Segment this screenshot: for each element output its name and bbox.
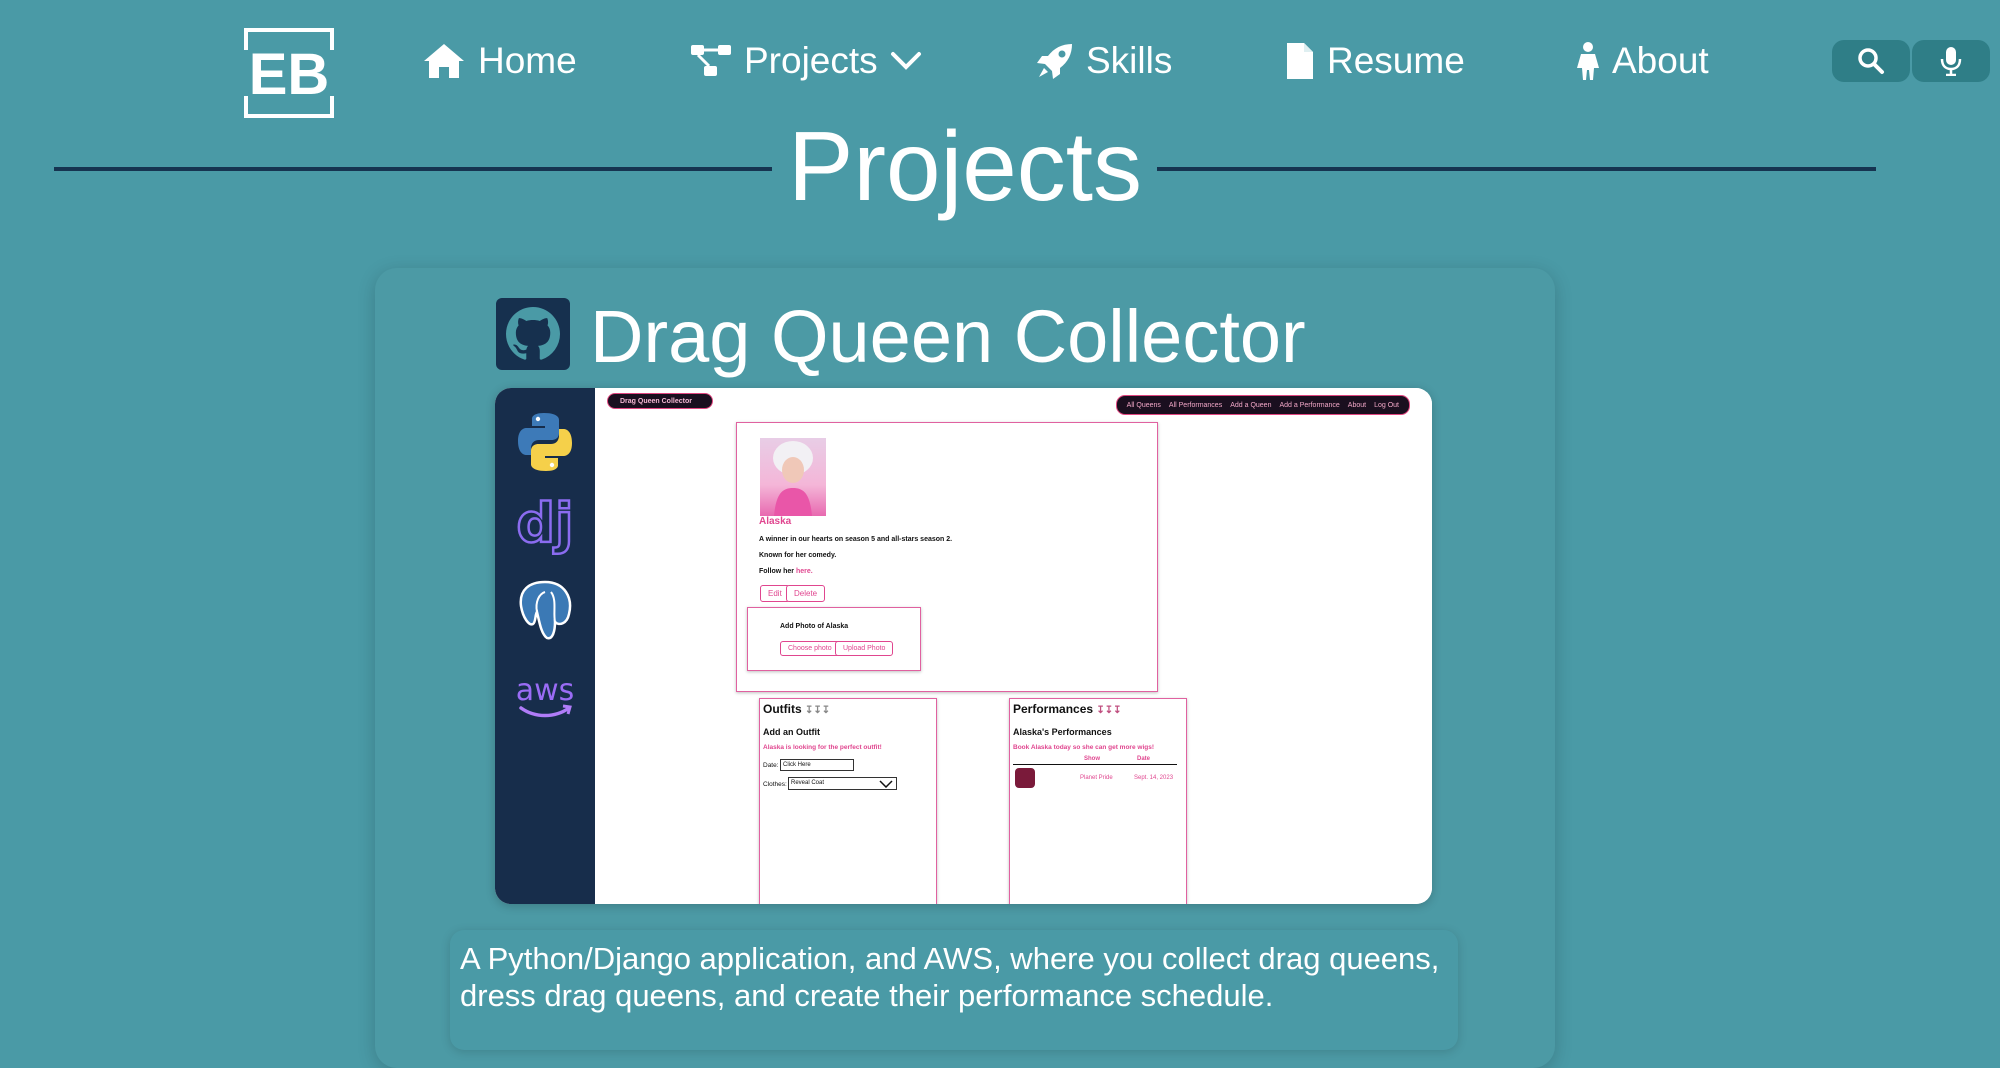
python-icon — [518, 413, 572, 471]
outfits-heading: Outfits ↧↧↧ — [763, 702, 831, 716]
nav-about-label: About — [1612, 40, 1709, 81]
table-divider — [1013, 764, 1177, 765]
upload-photo-button[interactable]: Upload Photo — [835, 641, 894, 656]
page-title: Projects — [787, 111, 1142, 221]
follow-link[interactable]: here. — [796, 568, 813, 575]
screenshot-nav-item: Add a Performance — [1279, 401, 1340, 409]
postgresql-icon — [519, 580, 572, 640]
outfit-tagline: Alaska is looking for the perfect outfit… — [763, 744, 882, 751]
screenshot-nav-item: All Queens — [1126, 401, 1161, 409]
nav-resume-label: Resume — [1327, 40, 1465, 81]
search-icon — [1858, 48, 1884, 74]
tech-stack-bar: dj aws — [495, 388, 595, 904]
screenshot-nav-item: Log Out — [1374, 401, 1399, 409]
row-show: Planet Pride — [1080, 775, 1113, 781]
page-title-row: Projects — [54, 106, 1876, 226]
clothes-select-value: Reveal Coat — [791, 780, 825, 786]
aws-icon: aws — [516, 673, 575, 718]
add-outfit-heading: Add an Outfit — [763, 727, 820, 737]
rocket-icon — [1037, 44, 1072, 79]
screenshot-nav: All Queens All Performances Add a Queen … — [1115, 395, 1410, 415]
eb-logo[interactable]: EB — [244, 28, 334, 118]
col-show: Show — [1084, 756, 1100, 762]
screenshot-brand: Drag Queen Collector — [607, 393, 713, 409]
queen-name: Alaska — [759, 516, 792, 527]
project-diagram-icon — [691, 45, 731, 76]
screenshot-nav-item: All Performances — [1168, 401, 1223, 409]
queen-bio-2: Known for her comedy. — [759, 552, 837, 559]
file-icon — [1287, 43, 1313, 79]
person-icon — [1577, 42, 1599, 80]
performance-thumb — [1015, 768, 1035, 788]
performances-heading: Performances ↧↧↧ — [1013, 702, 1122, 716]
nav-resume[interactable]: Resume — [1285, 36, 1465, 86]
nav-home[interactable]: Home — [422, 36, 577, 86]
chevron-down-icon — [879, 780, 893, 788]
github-icon — [506, 307, 560, 360]
clothes-select[interactable]: Reveal Coat — [788, 777, 897, 790]
screenshot-nav-item: About — [1347, 401, 1367, 409]
nav-about[interactable]: About — [1576, 36, 1709, 86]
choose-photo-button[interactable]: Choose photo — [780, 641, 840, 656]
voice-search-button[interactable] — [1912, 40, 1990, 82]
svg-text:aws: aws — [516, 673, 575, 708]
search-button[interactable] — [1832, 40, 1910, 82]
queen-follow: Follow her here. — [759, 568, 813, 575]
screenshot-nav-item: Add a Queen — [1230, 401, 1272, 409]
performance-tagline: Book Alaska today so she can get more wi… — [1013, 744, 1154, 751]
project-description: A Python/Django application, and AWS, wh… — [450, 930, 1458, 1050]
app-screenshot: Drag Queen Collector All Queens All Perf… — [595, 388, 1432, 904]
nav-projects-label: Projects — [744, 40, 878, 81]
chevron-down-icon — [890, 52, 921, 70]
nav-projects[interactable]: Projects — [690, 36, 922, 86]
add-photo-label: Add Photo of Alaska — [780, 623, 849, 630]
microphone-icon — [1940, 47, 1962, 76]
delete-button[interactable]: Delete — [786, 585, 826, 602]
nav-skills-label: Skills — [1086, 40, 1173, 81]
home-icon — [424, 44, 464, 78]
queen-photo — [760, 438, 826, 516]
eb-logo-mark: EB — [244, 28, 334, 118]
svg-text:dj: dj — [516, 492, 573, 555]
follow-prefix: Follow her — [759, 568, 796, 575]
date-input[interactable]: Click Here — [780, 759, 854, 771]
row-date: Sept. 14, 2023 — [1134, 775, 1174, 781]
queen-bio-1: A winner in our hearts on season 5 and a… — [759, 536, 953, 543]
add-photo-card — [747, 607, 921, 671]
date-label: Date: — [763, 762, 779, 769]
col-date: Date — [1137, 756, 1151, 762]
outfits-heading-text: Outfits — [763, 702, 802, 716]
project-preview: dj aws Drag Queen Collector All Queens A… — [495, 388, 1432, 904]
github-link[interactable] — [496, 298, 570, 370]
django-icon: dj — [515, 492, 575, 556]
performances-heading-text: Performances — [1013, 702, 1094, 716]
alaskas-performances-heading: Alaska's Performances — [1013, 727, 1112, 737]
nav-skills[interactable]: Skills — [1036, 36, 1172, 86]
project-title: Drag Queen Collector — [590, 295, 1306, 378]
nav-home-label: Home — [478, 40, 577, 81]
logo-text: EB — [249, 42, 330, 107]
clothes-label: Clothes: — [763, 781, 787, 788]
